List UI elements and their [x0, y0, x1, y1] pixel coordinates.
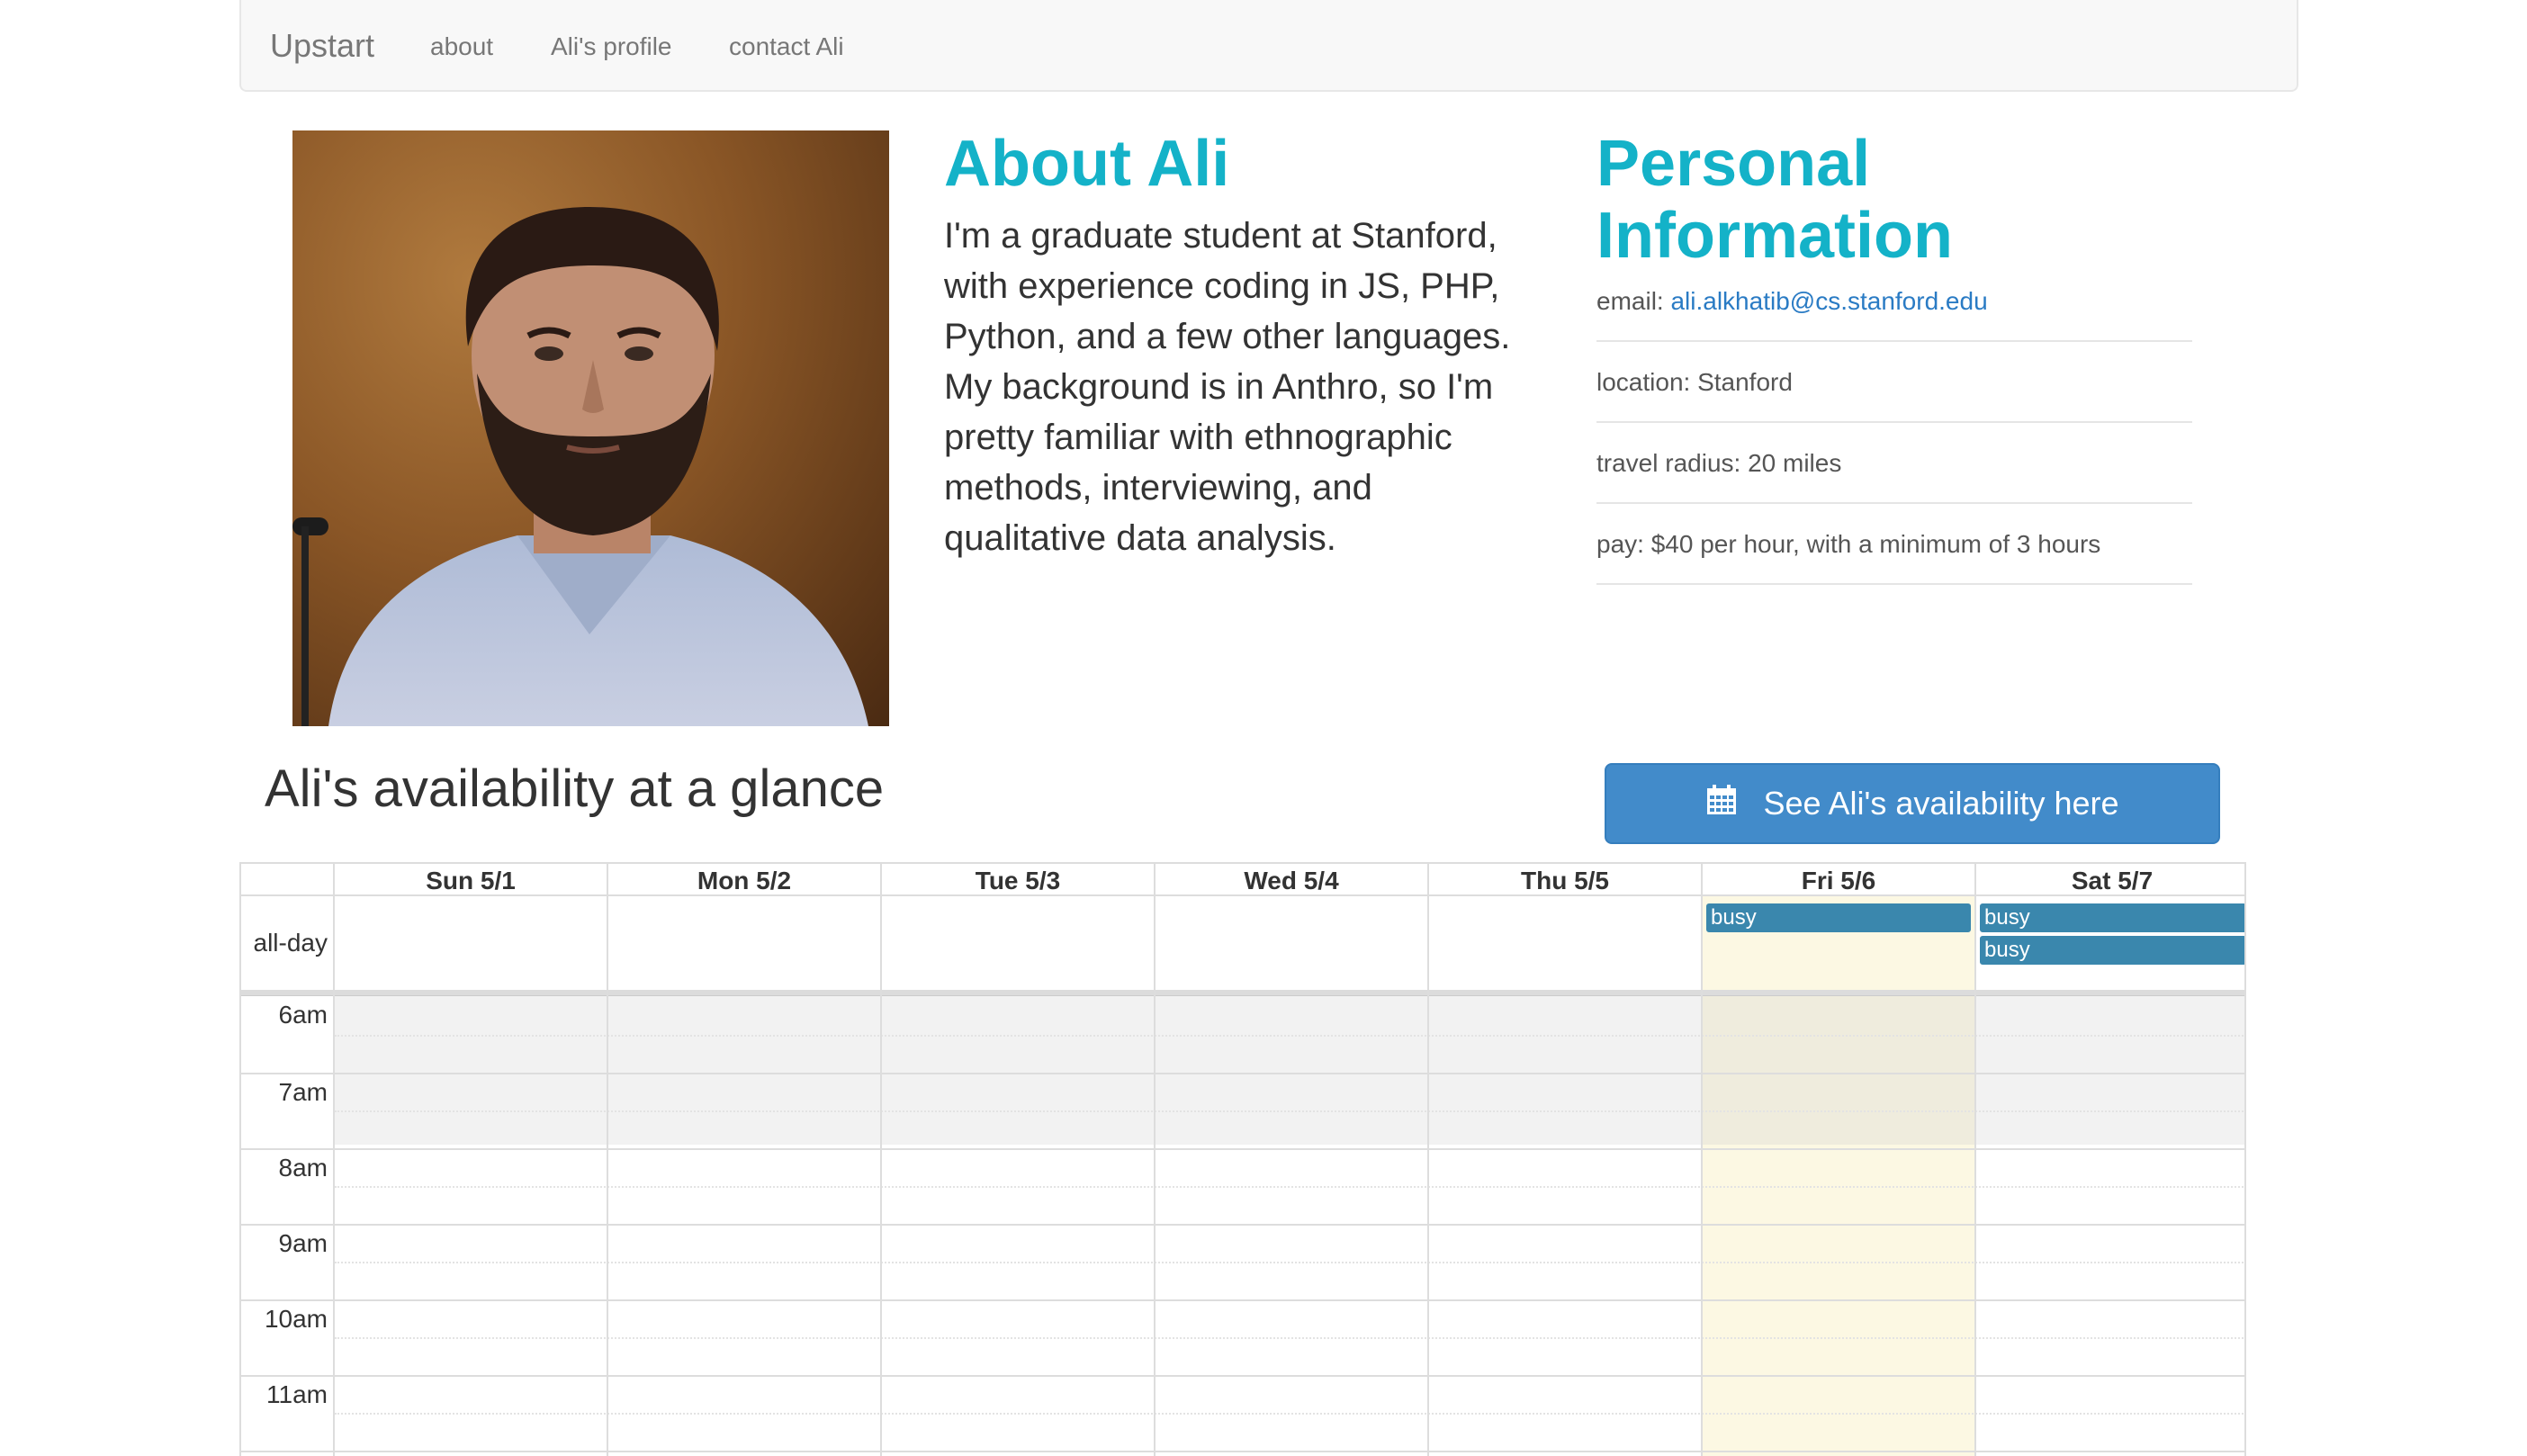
column-line	[1427, 864, 1429, 1456]
day-header-tue: Tue 5/3	[975, 867, 1061, 894]
day-header-sat: Sat 5/7	[2071, 867, 2154, 894]
column-line	[607, 864, 608, 1456]
time-label-11am: 11am	[266, 1380, 328, 1408]
column-line	[1701, 864, 1703, 1456]
hour-line	[241, 1148, 2244, 1150]
half-hour-line	[335, 1186, 2244, 1188]
today-column	[1703, 896, 1974, 1456]
availability-title: Ali's availability at a glance	[265, 759, 885, 818]
hour-line	[241, 1224, 2244, 1226]
nav-link-contact[interactable]: contact Ali	[729, 32, 844, 61]
half-hour-line	[335, 1110, 2244, 1112]
email-link[interactable]: ali.alkhatib@cs.stanford.edu	[1670, 287, 1987, 315]
info-pay-row: pay: $40 per hour, with a minimum of 3 h…	[1596, 504, 2192, 585]
about-text: I'm a graduate student at Stanford, with…	[944, 216, 1511, 558]
info-travel-row: travel radius: 20 miles	[1596, 423, 2192, 504]
brand-link[interactable]: Upstart	[270, 27, 374, 65]
hour-line	[241, 1073, 2244, 1074]
profile-photo	[292, 130, 889, 726]
event-busy-sat-1[interactable]: busy	[1980, 903, 2244, 932]
email-label: email:	[1596, 287, 1671, 315]
pay-text: pay: $40 per hour, with a minimum of 3 h…	[1596, 530, 2101, 558]
half-hour-line	[335, 1413, 2244, 1415]
half-hour-line	[335, 1262, 2244, 1263]
day-header-mon: Mon 5/2	[697, 867, 792, 894]
event-busy-fri[interactable]: busy	[1706, 903, 1971, 932]
see-availability-label: See Ali's availability here	[1763, 785, 2119, 822]
info-location-row: location: Stanford	[1596, 342, 2192, 423]
time-label-10am: 10am	[264, 1305, 328, 1333]
time-label-7am: 7am	[278, 1078, 328, 1106]
location-text: location: Stanford	[1596, 368, 1793, 396]
calendar-icon	[1705, 784, 1738, 824]
nav-link-about[interactable]: about	[430, 32, 493, 61]
travel-text: travel radius: 20 miles	[1596, 449, 1842, 477]
navbar: Upstart about Ali's profile contact Ali	[239, 0, 2298, 92]
time-label-9am: 9am	[278, 1229, 328, 1257]
half-hour-line	[335, 1035, 2244, 1037]
column-line	[1974, 864, 1976, 1456]
header-divider	[241, 894, 2244, 896]
column-line	[1154, 864, 1156, 1456]
time-label-8am: 8am	[278, 1154, 328, 1182]
allday-divider	[241, 990, 2244, 996]
personal-heading: Personal Information	[1596, 128, 1953, 272]
hour-line	[241, 1299, 2244, 1301]
nav-link-profile[interactable]: Ali's profile	[551, 32, 672, 61]
column-line	[333, 864, 335, 1456]
personal-heading-line2: Information	[1596, 200, 1953, 272]
see-availability-button[interactable]: See Ali's availability here	[1605, 763, 2220, 844]
info-email-row: email: ali.alkhatib@cs.stanford.edu	[1596, 286, 2192, 342]
day-header-fri: Fri 5/6	[1801, 867, 1876, 894]
day-header-sun: Sun 5/1	[426, 867, 516, 894]
day-header-wed: Wed 5/4	[1244, 867, 1339, 894]
time-label-6am: 6am	[278, 1001, 328, 1029]
half-hour-line	[335, 1337, 2244, 1339]
personal-heading-line1: Personal	[1596, 128, 1871, 200]
hour-line	[241, 1451, 2244, 1452]
event-busy-sat-2[interactable]: busy	[1980, 936, 2244, 965]
column-line	[880, 864, 882, 1456]
availability-calendar: Sun 5/1 Mon 5/2 Tue 5/3 Wed 5/4 Thu 5/5 …	[239, 862, 2246, 1456]
today-offhours	[1703, 992, 1974, 1145]
about-heading: About Ali	[944, 128, 1230, 200]
hour-line	[241, 1375, 2244, 1377]
all-day-label: all-day	[253, 929, 328, 957]
day-header-thu: Thu 5/5	[1520, 867, 1609, 894]
